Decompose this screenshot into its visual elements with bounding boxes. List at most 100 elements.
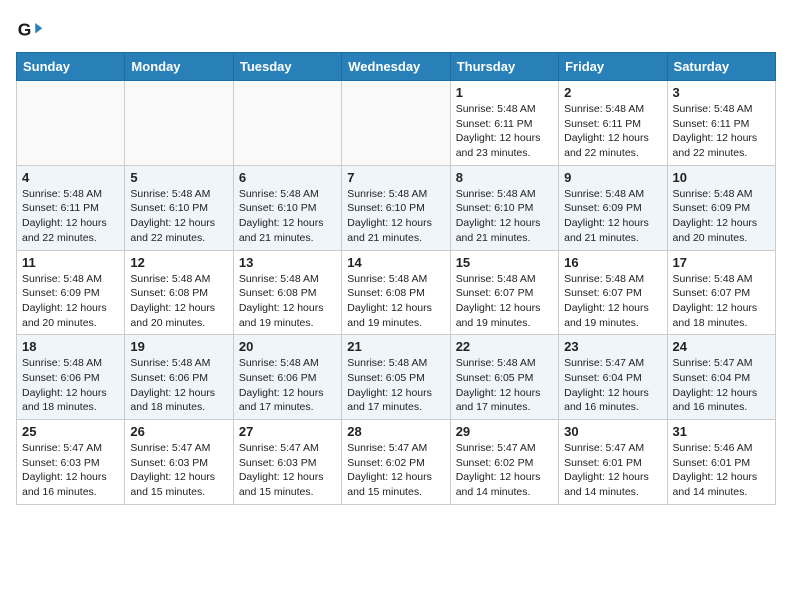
calendar-cell-19: 19 Sunrise: 5:48 AMSunset: 6:06 PMDayligh… [125, 335, 233, 420]
calendar-cell-20: 20 Sunrise: 5:48 AMSunset: 6:06 PMDayligh… [233, 335, 341, 420]
date-number: 31 [673, 424, 770, 439]
calendar-cell-13: 13 Sunrise: 5:48 AMSunset: 6:08 PMDayligh… [233, 250, 341, 335]
cell-info: Sunrise: 5:48 AMSunset: 6:08 PMDaylight:… [130, 272, 227, 331]
calendar-cell-4: 4 Sunrise: 5:48 AMSunset: 6:11 PMDaylight… [17, 165, 125, 250]
date-number: 22 [456, 339, 553, 354]
day-header-thursday: Thursday [450, 53, 558, 81]
svg-text:G: G [18, 19, 32, 39]
date-number: 5 [130, 170, 227, 185]
date-number: 27 [239, 424, 336, 439]
date-number: 1 [456, 85, 553, 100]
day-header-tuesday: Tuesday [233, 53, 341, 81]
calendar-cell-26: 26 Sunrise: 5:47 AMSunset: 6:03 PMDayligh… [125, 420, 233, 505]
calendar-cell-1: 1 Sunrise: 5:48 AMSunset: 6:11 PMDaylight… [450, 81, 558, 166]
calendar-cell-18: 18 Sunrise: 5:48 AMSunset: 6:06 PMDayligh… [17, 335, 125, 420]
cell-info: Sunrise: 5:48 AMSunset: 6:06 PMDaylight:… [130, 356, 227, 415]
day-header-friday: Friday [559, 53, 667, 81]
cell-info: Sunrise: 5:48 AMSunset: 6:07 PMDaylight:… [456, 272, 553, 331]
cell-info: Sunrise: 5:48 AMSunset: 6:11 PMDaylight:… [456, 102, 553, 161]
calendar-cell-14: 14 Sunrise: 5:48 AMSunset: 6:08 PMDayligh… [342, 250, 450, 335]
cell-info: Sunrise: 5:48 AMSunset: 6:07 PMDaylight:… [673, 272, 770, 331]
logo-icon: G [16, 16, 44, 44]
cell-info: Sunrise: 5:48 AMSunset: 6:07 PMDaylight:… [564, 272, 661, 331]
calendar-cell-9: 9Sunrise: 5:48 AMSunset: 6:09 PMDaylight… [559, 165, 667, 250]
cell-info: Sunrise: 5:48 AMSunset: 6:09 PMDaylight:… [22, 272, 119, 331]
date-number: 16 [564, 255, 661, 270]
cell-info: Sunrise: 5:48 AMSunset: 6:08 PMDaylight:… [239, 272, 336, 331]
date-number: 18 [22, 339, 119, 354]
calendar-cell-3: 3 Sunrise: 5:48 AMSunset: 6:11 PMDaylight… [667, 81, 775, 166]
day-header-wednesday: Wednesday [342, 53, 450, 81]
cell-info: Sunrise: 5:48 AMSunset: 6:06 PMDaylight:… [239, 356, 336, 415]
date-number: 11 [22, 255, 119, 270]
cell-info: Sunrise: 5:48 AMSunset: 6:10 PMDaylight:… [456, 187, 553, 246]
calendar-cell-25: 25Sunrise: 5:47 AMSunset: 6:03 PMDayligh… [17, 420, 125, 505]
date-number: 9 [564, 170, 661, 185]
calendar-cell-31: 31 Sunrise: 5:46 AMSunset: 6:01 PMDayligh… [667, 420, 775, 505]
calendar-cell-23: 23 Sunrise: 5:47 AMSunset: 6:04 PMDayligh… [559, 335, 667, 420]
cell-info: Sunrise: 5:47 AMSunset: 6:02 PMDaylight:… [347, 441, 444, 500]
calendar-cell-6: 6 Sunrise: 5:48 AMSunset: 6:10 PMDaylight… [233, 165, 341, 250]
cell-info: Sunrise: 5:48 AMSunset: 6:11 PMDaylight:… [673, 102, 770, 161]
calendar-cell-24: 24 Sunrise: 5:47 AMSunset: 6:04 PMDayligh… [667, 335, 775, 420]
date-number: 7 [347, 170, 444, 185]
calendar-cell-5: 5 Sunrise: 5:48 AMSunset: 6:10 PMDaylight… [125, 165, 233, 250]
date-number: 26 [130, 424, 227, 439]
cell-info: Sunrise: 5:47 AMSunset: 6:03 PMDaylight:… [130, 441, 227, 500]
cell-info: Sunrise: 5:48 AMSunset: 6:05 PMDaylight:… [456, 356, 553, 415]
cell-info: Sunrise: 5:48 AMSunset: 6:10 PMDaylight:… [239, 187, 336, 246]
logo: G [16, 16, 48, 44]
cell-info: Sunrise: 5:48 AMSunset: 6:11 PMDaylight:… [22, 187, 119, 246]
cell-info: Sunrise: 5:48 AMSunset: 6:10 PMDaylight:… [130, 187, 227, 246]
calendar-cell-11: 11 Sunrise: 5:48 AMSunset: 6:09 PMDayligh… [17, 250, 125, 335]
date-number: 10 [673, 170, 770, 185]
calendar-cell-17: 17 Sunrise: 5:48 AMSunset: 6:07 PMDayligh… [667, 250, 775, 335]
date-number: 12 [130, 255, 227, 270]
date-number: 19 [130, 339, 227, 354]
page-header: G [16, 16, 776, 44]
calendar-cell-8: 8 Sunrise: 5:48 AMSunset: 6:10 PMDaylight… [450, 165, 558, 250]
date-number: 14 [347, 255, 444, 270]
date-number: 17 [673, 255, 770, 270]
calendar-cell-12: 12 Sunrise: 5:48 AMSunset: 6:08 PMDayligh… [125, 250, 233, 335]
calendar-cell-28: 28 Sunrise: 5:47 AMSunset: 6:02 PMDayligh… [342, 420, 450, 505]
date-number: 29 [456, 424, 553, 439]
cell-info: Sunrise: 5:47 AMSunset: 6:04 PMDaylight:… [564, 356, 661, 415]
calendar-cell-27: 27Sunrise: 5:47 AMSunset: 6:03 PMDayligh… [233, 420, 341, 505]
calendar-cell-empty [233, 81, 341, 166]
date-number: 2 [564, 85, 661, 100]
cell-info: Sunrise: 5:48 AMSunset: 6:05 PMDaylight:… [347, 356, 444, 415]
cell-info: Sunrise: 5:48 AMSunset: 6:09 PMDaylight:… [673, 187, 770, 246]
date-number: 3 [673, 85, 770, 100]
date-number: 6 [239, 170, 336, 185]
day-header-sunday: Sunday [17, 53, 125, 81]
date-number: 30 [564, 424, 661, 439]
calendar-cell-empty [125, 81, 233, 166]
date-number: 23 [564, 339, 661, 354]
date-number: 8 [456, 170, 553, 185]
cell-info: Sunrise: 5:48 AMSunset: 6:06 PMDaylight:… [22, 356, 119, 415]
date-number: 25 [22, 424, 119, 439]
calendar-cell-2: 2 Sunrise: 5:48 AMSunset: 6:11 PMDaylight… [559, 81, 667, 166]
cell-info: Sunrise: 5:48 AMSunset: 6:08 PMDaylight:… [347, 272, 444, 331]
day-header-saturday: Saturday [667, 53, 775, 81]
cell-info: Sunrise: 5:48 AMSunset: 6:11 PMDaylight:… [564, 102, 661, 161]
calendar-cell-empty [17, 81, 125, 166]
calendar-cell-15: 15 Sunrise: 5:48 AMSunset: 6:07 PMDayligh… [450, 250, 558, 335]
date-number: 4 [22, 170, 119, 185]
cell-info: Sunrise: 5:47 AMSunset: 6:04 PMDaylight:… [673, 356, 770, 415]
cell-info: Sunrise: 5:47 AMSunset: 6:02 PMDaylight:… [456, 441, 553, 500]
date-number: 13 [239, 255, 336, 270]
calendar-cell-7: 7Sunrise: 5:48 AMSunset: 6:10 PMDaylight… [342, 165, 450, 250]
calendar-cell-16: 16 Sunrise: 5:48 AMSunset: 6:07 PMDayligh… [559, 250, 667, 335]
cell-info: Sunrise: 5:47 AMSunset: 6:01 PMDaylight:… [564, 441, 661, 500]
cell-info: Sunrise: 5:46 AMSunset: 6:01 PMDaylight:… [673, 441, 770, 500]
date-number: 15 [456, 255, 553, 270]
date-number: 28 [347, 424, 444, 439]
calendar-cell-10: 10 Sunrise: 5:48 AMSunset: 6:09 PMDayligh… [667, 165, 775, 250]
date-number: 20 [239, 339, 336, 354]
calendar-cell-22: 22 Sunrise: 5:48 AMSunset: 6:05 PMDayligh… [450, 335, 558, 420]
calendar-cell-21: 21Sunrise: 5:48 AMSunset: 6:05 PMDayligh… [342, 335, 450, 420]
day-header-monday: Monday [125, 53, 233, 81]
date-number: 24 [673, 339, 770, 354]
